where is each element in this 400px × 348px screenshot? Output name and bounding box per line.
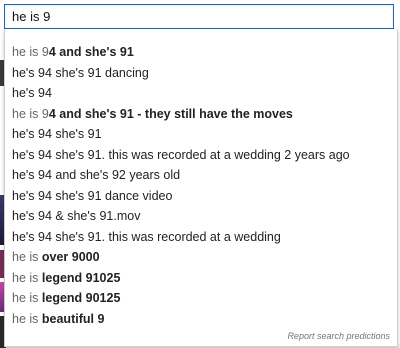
suggestion-item[interactable]: he's 94 & she's 91.mov	[5, 206, 397, 227]
suggestion-text: he's 94 and she's 92 years old	[12, 168, 181, 182]
suggestion-item[interactable]: he's 94 she's 91 dance video	[5, 186, 397, 207]
suggestion-item[interactable]: he's 94 she's 91	[5, 124, 397, 145]
suggestion-item[interactable]: he's 94 and she's 92 years old	[5, 165, 397, 186]
suggestion-completion: beautiful 9	[41, 311, 105, 326]
suggestion-item[interactable]: he is 94 and she's 91 - they still have …	[5, 104, 397, 125]
search-input[interactable]	[5, 5, 393, 28]
autocomplete-dropdown: he is 94 and she's 91 he's 94 she's 91 da…	[4, 29, 398, 347]
suggestion-prefix: he is	[12, 270, 42, 285]
suggestion-item[interactable]: he's 94 she's 91 dancing	[5, 63, 397, 84]
suggestion-list: he is 94 and she's 91 he's 94 she's 91 da…	[5, 42, 397, 329]
suggestion-prefix: he is 9	[12, 45, 49, 59]
suggestion-text: he's 94 & she's 91.mov	[12, 209, 141, 223]
suggestion-prefix: he is	[12, 291, 42, 305]
suggestion-text: he's 94 she's 91	[12, 127, 102, 141]
suggestion-prefix: he is	[12, 250, 42, 264]
suggestion-text: he's 94 she's 91. this was recorded at a…	[12, 229, 281, 244]
suggestion-item[interactable]: he is 94 and she's 91	[5, 42, 397, 63]
suggestion-item[interactable]: he is over 9000	[5, 247, 397, 268]
suggestion-completion: over 9000	[41, 250, 100, 264]
suggestion-item[interactable]: he's 94	[5, 83, 397, 104]
suggestion-item[interactable]: he's 94 she's 91. this was recorded at a…	[5, 145, 397, 166]
suggestion-item[interactable]: he is beautiful 9	[5, 309, 397, 330]
suggestion-prefix: he is	[12, 311, 42, 326]
suggestion-completion: legend 90125	[41, 291, 121, 305]
suggestion-text: he's 94 she's 91. this was recorded at a…	[12, 147, 350, 162]
page: he is 94 and she's 91he's 94 she's 91 da…	[0, 0, 400, 348]
suggestion-text: he's 94 she's 91 dance video	[12, 188, 173, 203]
suggestion-completion: legend 91025	[41, 270, 121, 285]
search-box[interactable]	[4, 4, 394, 29]
suggestion-prefix: he is 9	[12, 106, 49, 121]
suggestion-item[interactable]: he's 94 she's 91. this was recorded at a…	[5, 227, 397, 248]
suggestion-item[interactable]: he is legend 91025	[5, 268, 397, 289]
report-search-predictions-link[interactable]: Report search predictions	[287, 331, 390, 341]
suggestion-item[interactable]: he is legend 90125	[5, 288, 397, 309]
suggestion-completion: 4 and she's 91 - they still have the mov…	[48, 106, 293, 121]
suggestion-text: he's 94	[12, 86, 52, 100]
suggestion-completion: 4 and she's 91	[48, 45, 134, 59]
suggestion-text: he's 94 she's 91 dancing	[12, 65, 149, 80]
